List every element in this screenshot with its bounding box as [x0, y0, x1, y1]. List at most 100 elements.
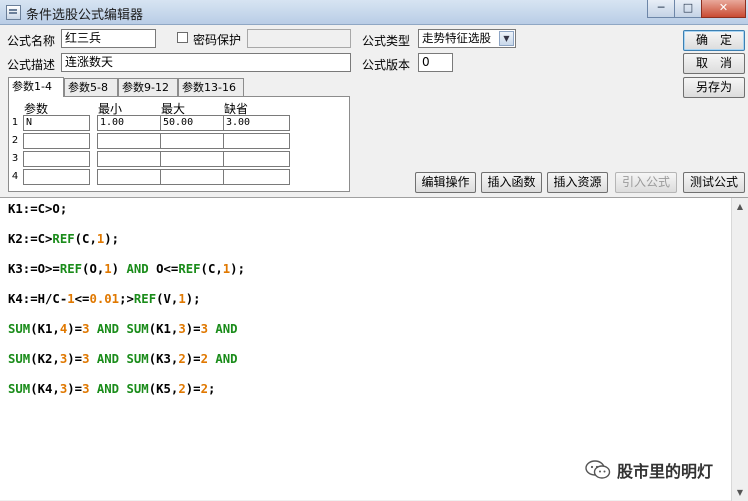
code-token: (K1,	[148, 322, 179, 336]
cancel-button[interactable]: 取 消	[683, 53, 745, 74]
code-token: SUM	[8, 352, 31, 366]
code-token: (K3,	[148, 352, 179, 366]
vertical-scrollbar[interactable]: ▲ ▼	[731, 198, 748, 501]
code-token: 0.01	[89, 292, 120, 306]
code-token: 2	[200, 352, 208, 366]
code-token: SUM	[126, 352, 149, 366]
code-token: );	[104, 232, 120, 246]
password-input[interactable]	[247, 29, 351, 48]
param-min-input[interactable]	[97, 169, 164, 185]
code-token: )	[111, 262, 127, 276]
param-min-input[interactable]	[97, 133, 164, 149]
window-title: 条件选股公式编辑器	[26, 8, 144, 23]
code-token: AND	[126, 262, 149, 276]
param-name-input[interactable]	[23, 151, 90, 167]
minimize-button[interactable]: ─	[647, 0, 675, 18]
formula-desc-input[interactable]: 连涨数天	[61, 53, 351, 72]
code-token: SUM	[8, 382, 31, 396]
code-token: SUM	[126, 382, 149, 396]
watermark: 股市里的明灯	[585, 458, 713, 482]
insert-resource-button[interactable]: 插入资源	[547, 172, 608, 193]
code-token: AND	[96, 382, 120, 396]
code-token: )=	[67, 352, 83, 366]
tab-params-9-12[interactable]: 参数9-12	[118, 78, 178, 96]
code-line: K4:=H/C-1<=0.01;>REF(V,1);	[8, 292, 201, 306]
param-max-input[interactable]	[160, 151, 227, 167]
param-max-input[interactable]: 50.00	[160, 115, 227, 131]
code-token: (O,	[82, 262, 105, 276]
close-button[interactable]: ✕	[701, 0, 746, 18]
insert-function-button[interactable]: 插入函数	[481, 172, 542, 193]
code-token: ;>	[119, 292, 134, 306]
tab-params-13-16[interactable]: 参数13-16	[178, 78, 244, 96]
code-line: SUM(K2,3)=3 AND SUM(K3,2)=2 AND	[8, 352, 238, 366]
code-token: <=	[74, 292, 90, 306]
edit-operation-button[interactable]: 编辑操作	[415, 172, 476, 193]
formula-version-input[interactable]: 0	[418, 53, 453, 72]
code-token: O<=	[148, 262, 179, 276]
code-token: K4:=H/C-	[8, 292, 68, 306]
formula-type-label: 公式类型	[362, 34, 411, 48]
code-token: 1	[104, 262, 112, 276]
code-line: K3:=O>=REF(O,1) AND O<=REF(C,1);	[8, 262, 245, 276]
param-default-input[interactable]	[223, 169, 290, 185]
code-token: REF	[52, 232, 75, 246]
params-panel: 参数 最小 最大 缺省 1 N 1.00 50.00 3.00 2 3 4	[8, 96, 350, 192]
param-name-input[interactable]	[23, 133, 90, 149]
code-token: K2:=C>	[8, 232, 53, 246]
code-token: 3	[200, 322, 208, 336]
param-max-input[interactable]	[160, 169, 227, 185]
param-max-input[interactable]	[160, 133, 227, 149]
param-min-input[interactable]	[97, 151, 164, 167]
scroll-down-icon[interactable]: ▼	[732, 484, 748, 501]
code-editor[interactable]: K1:=C>O; K2:=C>REF(C,1); K3:=O>=REF(O,1) A…	[0, 197, 748, 501]
maximize-button[interactable]: □	[674, 0, 702, 18]
code-line: K2:=C>REF(C,1);	[8, 232, 119, 246]
formula-name-input[interactable]: 红三兵	[61, 29, 156, 48]
param-name-input[interactable]	[23, 169, 90, 185]
code-token: (K4,	[30, 382, 60, 396]
param-row-number: 2	[11, 135, 19, 146]
code-token: (V,	[156, 292, 179, 306]
wechat-icon	[585, 460, 611, 479]
save-as-button[interactable]: 另存为	[683, 77, 745, 98]
code-token: K1:=C>O;	[8, 202, 68, 216]
param-row-number: 1	[11, 117, 19, 128]
password-checkbox[interactable]	[177, 32, 188, 43]
code-token: ;	[207, 382, 216, 396]
scroll-up-icon[interactable]: ▲	[732, 198, 748, 215]
param-min-input[interactable]: 1.00	[97, 115, 164, 131]
code-token: REF	[133, 292, 157, 306]
formula-type-select[interactable]: 走势特征选股 ▼	[418, 29, 516, 48]
code-token: (K2,	[30, 352, 60, 366]
code-token: )=	[185, 352, 201, 366]
test-formula-button[interactable]: 测试公式	[683, 172, 745, 193]
code-token: )=	[67, 322, 83, 336]
code-token: AND	[215, 352, 238, 366]
code-token: );	[230, 262, 245, 276]
code-token: 3	[178, 322, 186, 336]
param-default-input[interactable]	[223, 151, 290, 167]
code-token: REF	[178, 262, 201, 276]
param-default-input[interactable]: 3.00	[223, 115, 290, 131]
code-token: K3:=O>=	[8, 262, 60, 276]
tab-params-5-8[interactable]: 参数5-8	[64, 78, 118, 96]
code-token: AND	[96, 322, 120, 336]
param-name-input[interactable]: N	[23, 115, 90, 131]
code-line: K1:=C>O;	[8, 202, 67, 216]
code-token: REF	[59, 262, 83, 276]
param-default-input[interactable]	[223, 133, 290, 149]
code-token: 2	[178, 352, 186, 366]
chevron-down-icon[interactable]: ▼	[499, 31, 514, 46]
tab-params-1-4[interactable]: 参数1-4	[8, 77, 64, 97]
ok-button[interactable]: 确 定	[683, 30, 745, 51]
code-token: SUM	[126, 322, 149, 336]
watermark-text: 股市里的明灯	[617, 462, 714, 481]
import-formula-button[interactable]: 引入公式	[615, 172, 677, 193]
